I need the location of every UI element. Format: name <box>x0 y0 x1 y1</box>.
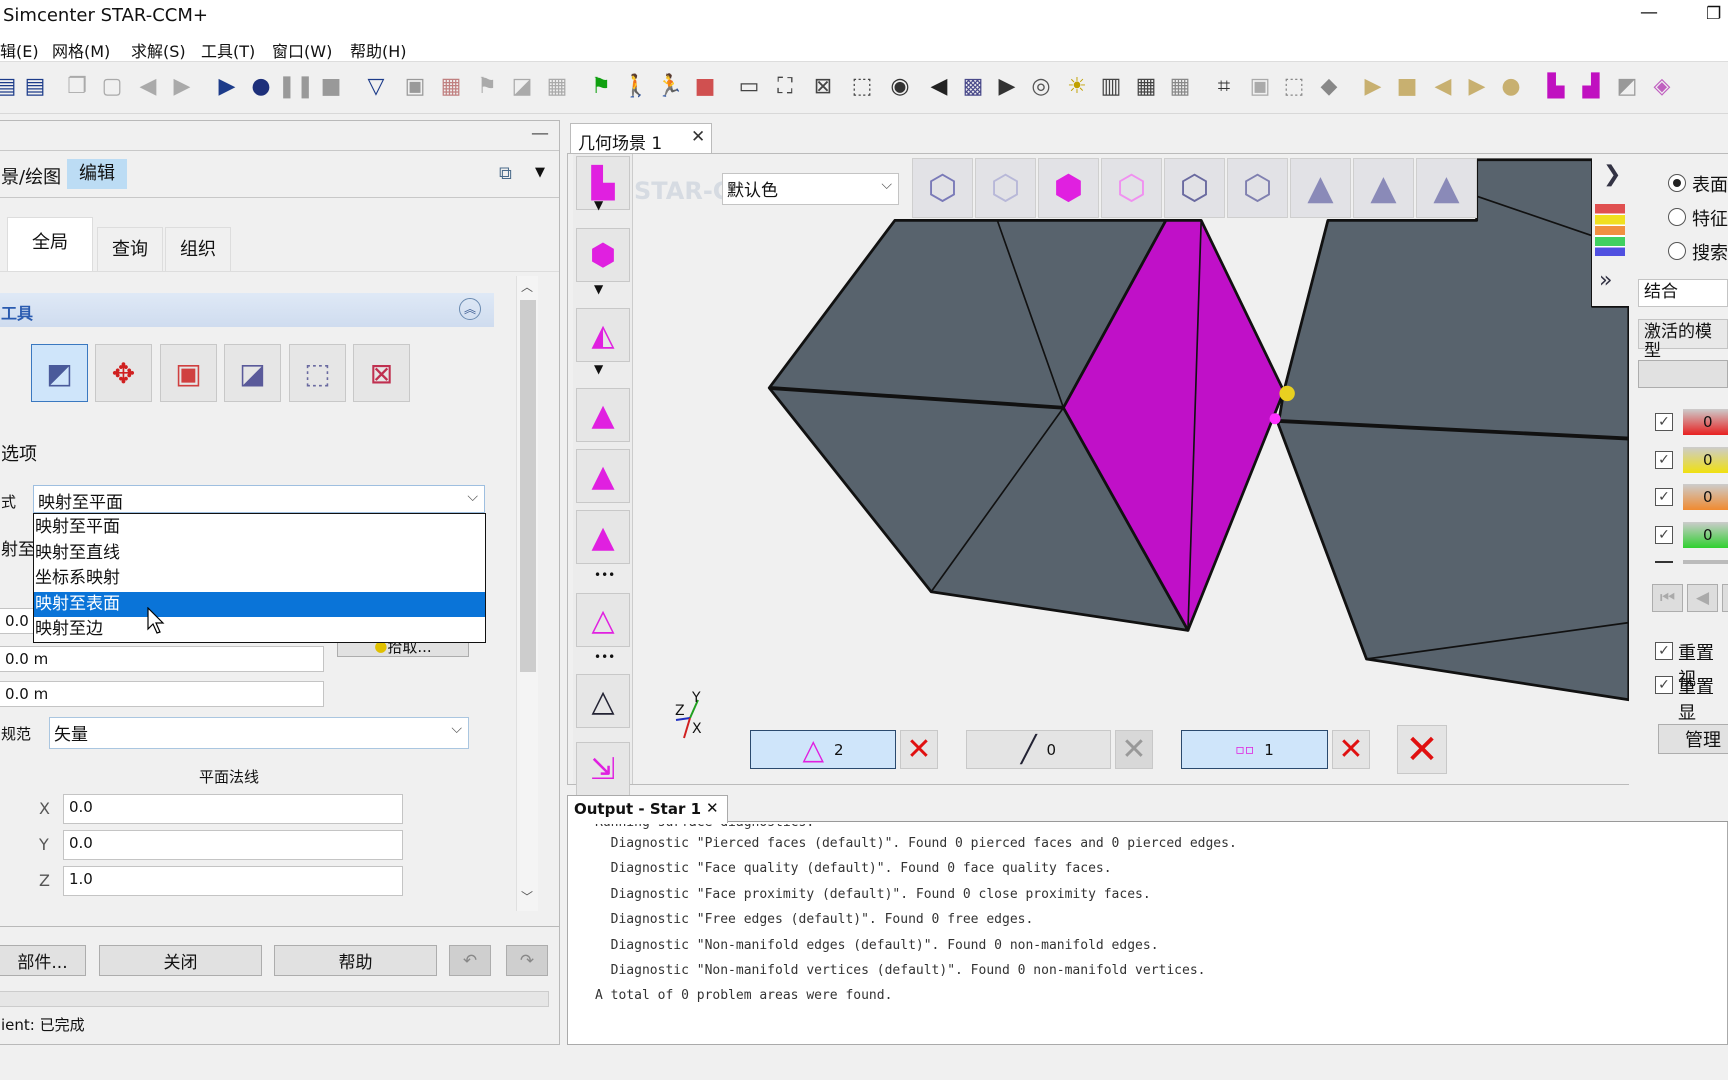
vertices-count: 1 <box>1264 740 1274 759</box>
triangle-icon[interactable]: △ <box>576 593 630 647</box>
clear-faces-button[interactable]: ✕ <box>900 730 938 769</box>
transform-arrow-icon[interactable]: ⇲ <box>576 742 630 796</box>
triangle-select-icon[interactable]: ▲ <box>1416 158 1477 218</box>
nav-button[interactable]: ▶ <box>1722 584 1728 612</box>
triangle-grow-icon[interactable]: ▲ <box>576 510 630 564</box>
axis-z-label: Z <box>675 703 685 719</box>
expand-selection-icon[interactable]: ▲ <box>1290 158 1351 218</box>
bracket-button[interactable] <box>1638 360 1728 388</box>
faces-count: 2 <box>834 740 844 759</box>
log-line: A total of 0 problem areas were found. <box>595 988 893 1004</box>
close-icon[interactable]: ✕ <box>706 799 719 817</box>
separator <box>1683 560 1728 564</box>
part-icon[interactable]: ⬢ <box>576 228 630 282</box>
log-line: Diagnostic "Free edges (default)". Found… <box>595 912 1034 928</box>
close-icon: ✕ <box>1121 732 1147 767</box>
radio-selected[interactable] <box>1668 174 1686 192</box>
triangle-outline-icon[interactable]: △ <box>576 674 630 728</box>
diagnostic-bar[interactable]: 0 <box>1683 484 1728 510</box>
triangle-shrink-icon[interactable]: ▲ <box>576 449 630 503</box>
close-icon: ✕ <box>1405 726 1439 773</box>
edges-count: 0 <box>1046 740 1057 759</box>
clear-edges-button[interactable]: ✕ <box>1115 730 1153 769</box>
radio-dot <box>1673 179 1681 187</box>
tab-output[interactable]: Output - Star 1 ✕ <box>567 795 728 823</box>
shrink-selection-icon[interactable]: ▲ <box>1353 158 1414 218</box>
watermark-logo: STAR-C <box>634 177 731 205</box>
outline-icon[interactable]: ⬡ <box>1227 158 1288 218</box>
wire-magenta-icon[interactable]: ⬡ <box>1101 158 1162 218</box>
selected-vertices-button[interactable]: ▫▫ 1 <box>1181 730 1328 769</box>
selected-faces-button[interactable]: △ 2 <box>750 730 896 769</box>
radio-label: 表面 <box>1692 175 1728 196</box>
log-line: Diagnostic "Face quality (default)". Fou… <box>595 861 1112 877</box>
clear-all-button[interactable]: ✕ <box>1397 725 1447 774</box>
vertex-highlight <box>1279 385 1295 402</box>
active-model-field[interactable]: 激活的模型 <box>1638 319 1728 361</box>
more-tools-icon[interactable]: ••• <box>594 650 615 664</box>
log-line: Diagnostic "Non-manifold edges (default)… <box>595 937 1159 953</box>
check-label: 重置显 <box>1678 677 1714 724</box>
radio[interactable] <box>1668 242 1686 260</box>
combine-field[interactable]: 结合 <box>1638 279 1728 307</box>
output-tabbar <box>567 795 1728 822</box>
shape-icon[interactable]: ◭ <box>576 308 630 362</box>
axis-x-label: X <box>692 721 702 737</box>
color-mode-combobox[interactable]: 默认色 ⌵ <box>722 173 899 205</box>
nav-button[interactable]: ⏮ <box>1652 584 1683 612</box>
more-tools-icon[interactable]: ••• <box>594 568 615 582</box>
checkbox[interactable]: ✓ <box>1655 450 1673 469</box>
diagnostic-bar[interactable]: 0 <box>1683 521 1728 548</box>
close-icon: ✕ <box>906 732 932 767</box>
clear-vertices-button[interactable]: ✕ <box>1332 730 1370 769</box>
log-line: Diagnostic "Pierced faces (default)". Fo… <box>595 836 1237 851</box>
color-mode-value: 默认色 <box>727 181 778 201</box>
vertex-selected <box>1269 413 1281 425</box>
radio-label: 搜索 <box>1692 243 1728 264</box>
radio[interactable] <box>1668 208 1686 226</box>
solid-magenta-icon[interactable]: ⬢ <box>1038 158 1099 218</box>
checkbox[interactable]: ✓ <box>1655 525 1673 544</box>
checkbox[interactable]: ✓ <box>1655 642 1673 660</box>
selected-edges-button[interactable]: ╱ 0 <box>966 730 1111 769</box>
separator <box>1655 561 1673 563</box>
half-icon[interactable]: ⬡ <box>1164 158 1225 218</box>
vertex-icon: ▫▫ <box>1235 741 1255 758</box>
checkbox[interactable]: ✓ <box>1655 676 1673 694</box>
edge-icon: ╱ <box>1020 734 1037 765</box>
axis-y-label: Y <box>692 690 701 706</box>
checkbox[interactable]: ✓ <box>1655 413 1673 431</box>
more-tools-icon[interactable]: ▼ <box>594 282 603 296</box>
chevron-down-icon: ⌵ <box>881 177 892 193</box>
side-strip: ❯ » <box>1592 156 1629 306</box>
face-icon: △ <box>802 733 824 766</box>
diagnostic-bar[interactable]: 0 <box>1683 409 1728 435</box>
close-icon: ✕ <box>1338 732 1364 767</box>
log-line: Diagnostic "Non-manifold vertices (defau… <box>595 963 1206 978</box>
solid-icon[interactable]: ⬡ <box>912 158 973 218</box>
radio-label: 特征 <box>1692 209 1728 230</box>
wireframe-icon[interactable]: ⬡ <box>975 158 1036 218</box>
triangle-expand-icon[interactable]: ▲ <box>576 388 630 442</box>
checkbox[interactable]: ✓ <box>1655 488 1673 506</box>
color-legend-icon[interactable] <box>1595 204 1625 256</box>
output-tab-label: Output - Star 1 <box>574 800 702 818</box>
expand-icon[interactable]: ❯ <box>1603 162 1621 187</box>
diagnostic-bar[interactable]: 0 <box>1683 446 1728 473</box>
manage-button[interactable]: 管理 <box>1658 724 1728 754</box>
nav-button[interactable]: ◀ <box>1687 584 1718 612</box>
more-tools-icon[interactable]: ▼ <box>594 362 603 376</box>
more-tools-icon[interactable]: ▼ <box>594 198 603 212</box>
double-chevron-icon[interactable]: » <box>1599 268 1612 293</box>
log-line: Diagnostic "Face proximity (default)". F… <box>595 886 1151 902</box>
